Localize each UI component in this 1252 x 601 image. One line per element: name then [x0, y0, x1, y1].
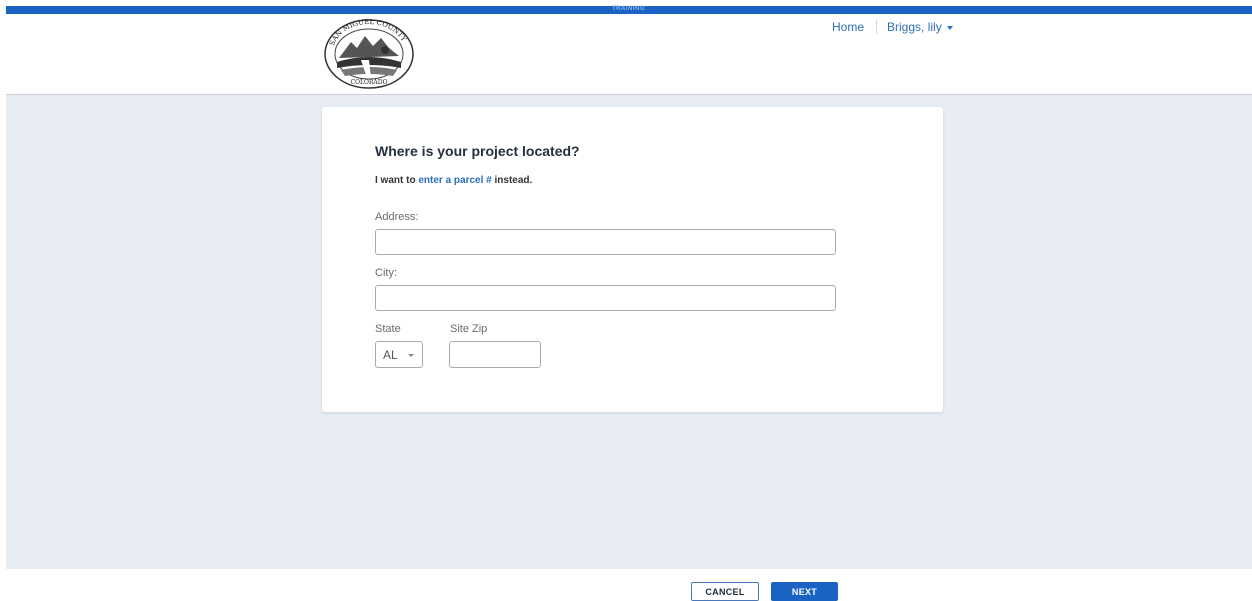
user-name: Briggs, lily — [887, 20, 942, 34]
seal-text-bottom: COLORADO — [351, 79, 388, 86]
zip-label: Site Zip — [450, 323, 488, 335]
address-label: Address: — [375, 211, 419, 223]
parcel-option-suffix: instead. — [491, 175, 533, 186]
form-title: Where is your project located? — [375, 143, 580, 159]
environment-label: TRAINING — [612, 6, 645, 12]
top-nav: Home Briggs, lily — [832, 20, 953, 34]
address-input[interactable] — [375, 229, 836, 255]
parcel-option-text: I want to enter a parcel # instead. — [375, 175, 532, 186]
header: SAN MIGUEL COUNTY COLORADO Home Briggs, … — [0, 14, 1252, 94]
nav-home-link[interactable]: Home — [832, 20, 864, 34]
enter-parcel-link[interactable]: enter a parcel # — [418, 175, 491, 186]
city-input[interactable] — [375, 285, 836, 311]
county-seal-logo[interactable]: SAN MIGUEL COUNTY COLORADO — [323, 18, 415, 90]
city-label: City: — [375, 267, 397, 279]
top-banner: TRAINING — [6, 6, 1252, 14]
footer-actions: CANCEL NEXT — [0, 569, 1252, 601]
county-seal-icon: SAN MIGUEL COUNTY COLORADO — [324, 18, 414, 89]
location-form-card: Where is your project located? I want to… — [322, 107, 943, 412]
user-menu[interactable]: Briggs, lily — [887, 20, 953, 34]
main-content: Where is your project located? I want to… — [6, 94, 1252, 569]
cancel-button[interactable]: CANCEL — [691, 582, 759, 601]
state-label: State — [375, 323, 401, 335]
next-button[interactable]: NEXT — [771, 582, 838, 601]
nav-divider — [876, 20, 878, 34]
caret-down-icon — [946, 25, 953, 30]
zip-input[interactable] — [449, 341, 541, 368]
state-select[interactable]: AL — [375, 341, 423, 368]
state-selected-value: AL — [383, 347, 398, 362]
parcel-option-prefix: I want to — [375, 175, 419, 186]
chevron-down-icon — [408, 354, 414, 357]
